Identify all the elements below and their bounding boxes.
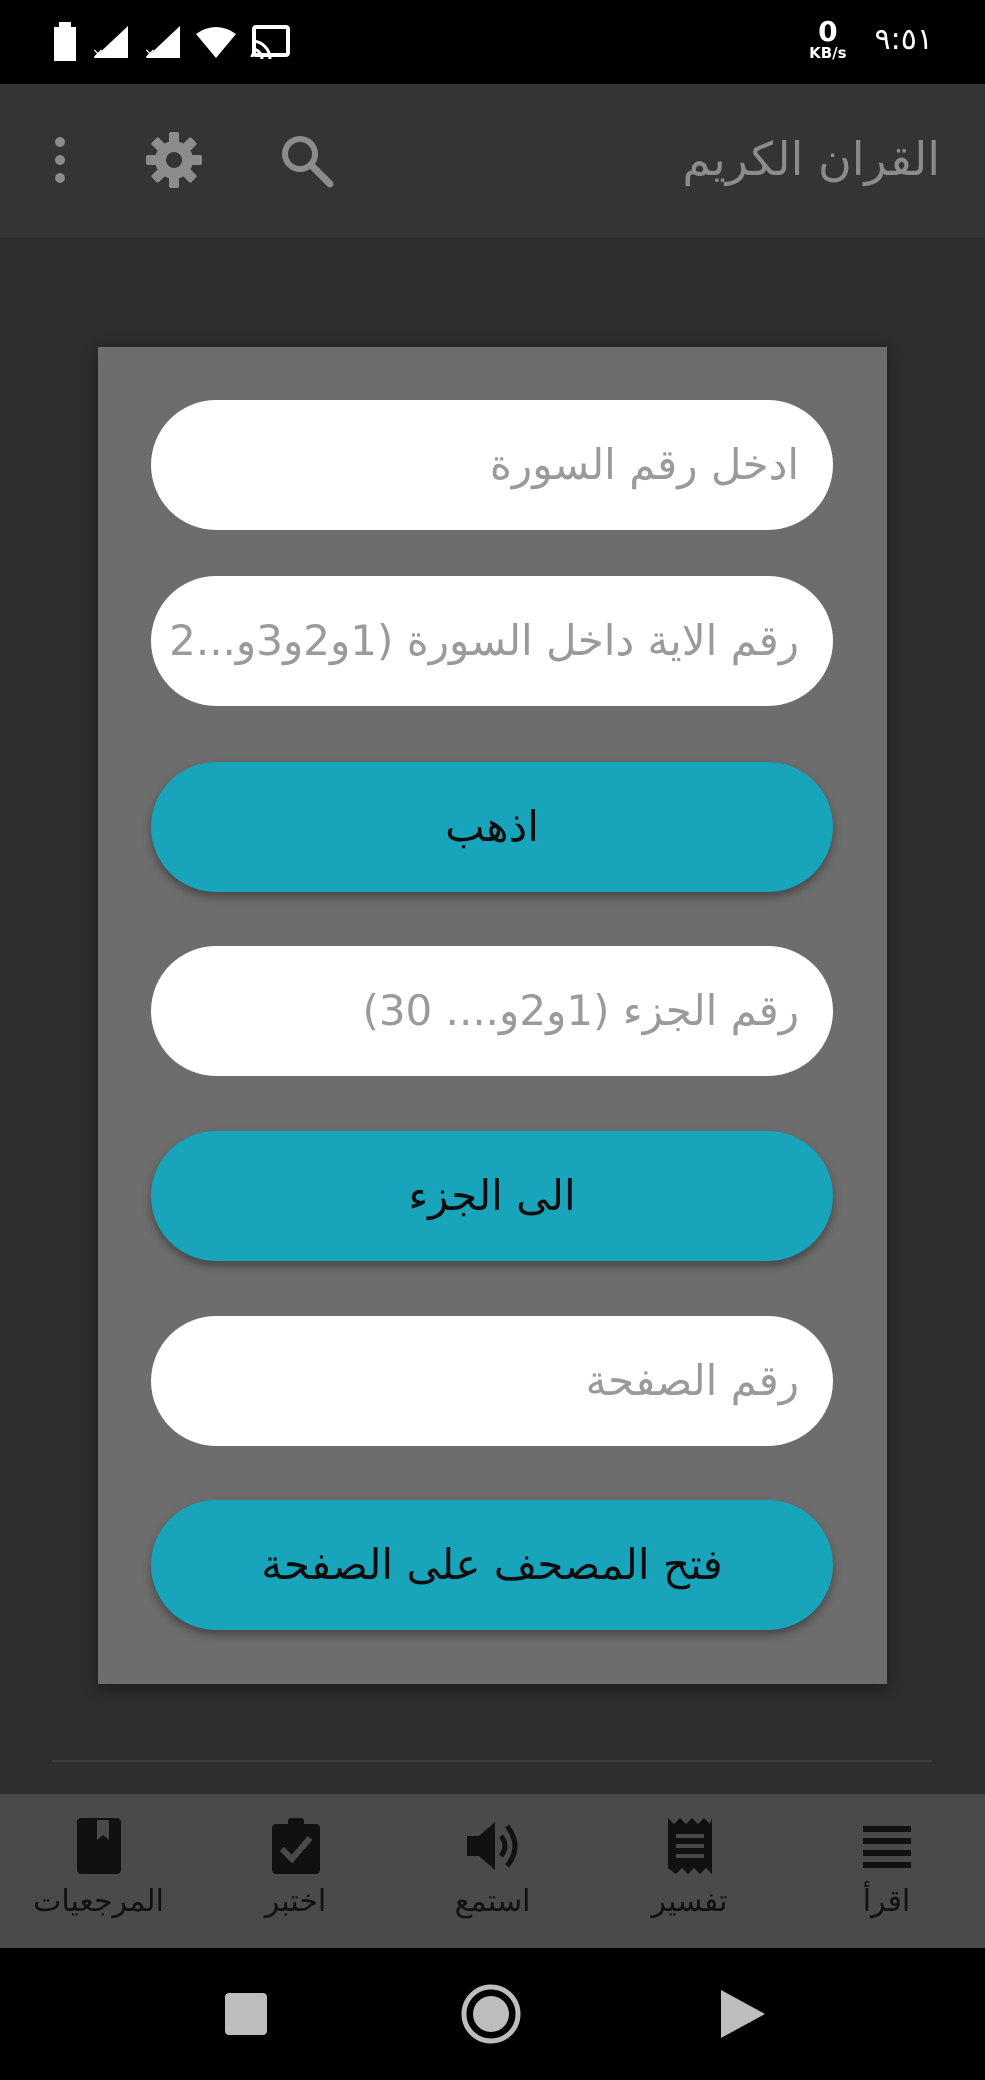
- svg-text:×: ×: [92, 46, 104, 60]
- net-speed-unit: KB/s: [809, 44, 847, 62]
- nav-label-listen: استمع: [454, 1884, 531, 1919]
- background-divider: [52, 1760, 932, 1762]
- navigation-dialog: ادخل رقم السورة رقم الاية داخل السورة (1…: [98, 347, 887, 1684]
- nav-item-tafsir[interactable]: تفسير: [591, 1794, 788, 1948]
- status-bar: × × 0 KB/s ٩:٥١: [0, 0, 985, 84]
- clipboard-check-icon: [271, 1818, 320, 1874]
- receipt-icon: [667, 1818, 712, 1874]
- page-number-input[interactable]: رقم الصفحة: [151, 1316, 833, 1446]
- clock: ٩:٥١: [874, 22, 933, 57]
- bookmark-book-icon: [76, 1818, 121, 1874]
- recents-square-icon[interactable]: [216, 1984, 276, 2044]
- open-mushaf-page-button[interactable]: فتح المصحف على الصفحة: [151, 1500, 833, 1630]
- system-navigation-bar: [0, 1948, 985, 2080]
- nav-label-references: المرجعيات: [33, 1884, 164, 1919]
- app-title: القران الكريم: [682, 132, 940, 186]
- more-options-icon[interactable]: [30, 130, 90, 190]
- go-button[interactable]: اذهب: [151, 762, 833, 892]
- surah-number-input[interactable]: ادخل رقم السورة: [151, 400, 833, 530]
- ayah-number-input[interactable]: رقم الاية داخل السورة (1و2و3و...2: [151, 576, 833, 706]
- cast-icon: [250, 25, 290, 59]
- signal-sim2-icon: ×: [144, 26, 180, 60]
- back-triangle-icon[interactable]: [711, 1984, 771, 2044]
- speaker-icon: [466, 1822, 517, 1870]
- settings-gear-icon[interactable]: [144, 130, 204, 190]
- home-circle-icon[interactable]: [461, 1984, 521, 2044]
- nav-label-read: اقرأ: [862, 1884, 911, 1919]
- signal-sim1-icon: ×: [92, 26, 128, 60]
- go-to-juz-button[interactable]: الى الجزء: [151, 1131, 833, 1261]
- nav-label-tafsir: تفسير: [651, 1884, 728, 1919]
- status-icons: × ×: [52, 22, 290, 62]
- juz-number-input[interactable]: رقم الجزء (1و2و.... 30): [151, 946, 833, 1076]
- nav-item-read[interactable]: اقرأ: [788, 1794, 985, 1948]
- reading-lines-icon: [862, 1826, 911, 1868]
- svg-text:×: ×: [144, 46, 156, 60]
- nav-item-test[interactable]: اختبر: [197, 1794, 394, 1948]
- bottom-navigation: المرجعيات اختبر استمع تفسير اقرأ: [0, 1794, 985, 1948]
- nav-item-listen[interactable]: استمع: [394, 1794, 591, 1948]
- net-speed-value: 0: [818, 15, 838, 48]
- nav-item-references[interactable]: المرجعيات: [0, 1794, 197, 1948]
- net-speed: 0 KB/s: [809, 18, 846, 61]
- search-icon[interactable]: [276, 130, 336, 190]
- app-bar: القران الكريم: [0, 84, 985, 238]
- nav-label-test: اختبر: [264, 1884, 327, 1919]
- battery-icon: [54, 22, 76, 61]
- wifi-icon: [196, 27, 236, 58]
- status-right: 0 KB/s ٩:٥١: [809, 18, 933, 61]
